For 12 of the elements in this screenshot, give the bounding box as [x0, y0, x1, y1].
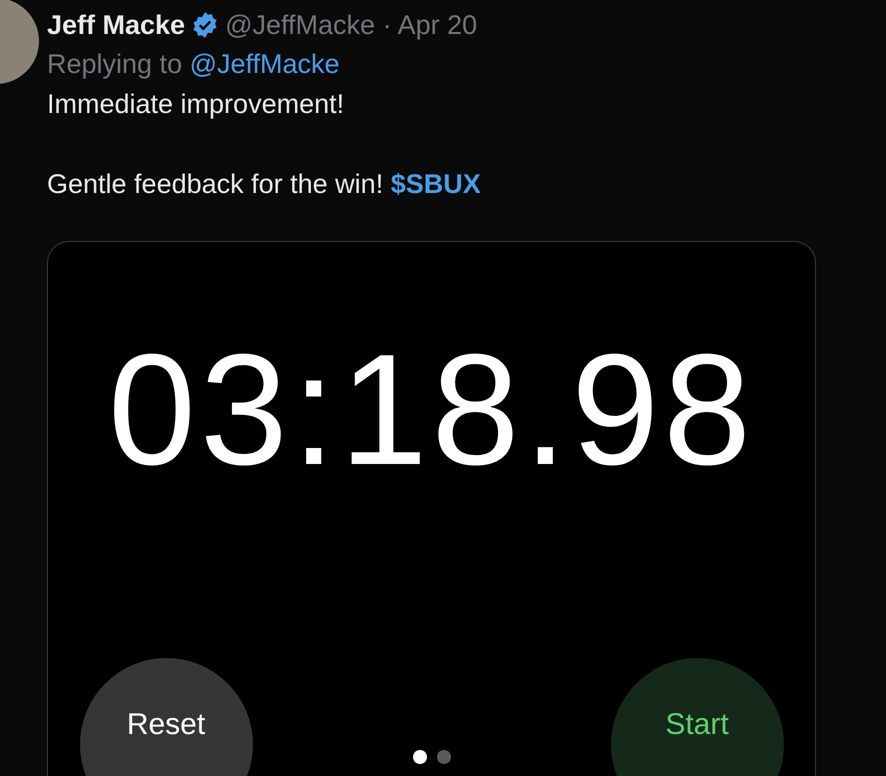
mention-link[interactable]: @JeffMacke	[190, 49, 340, 79]
stopwatch-time: 03:18.98	[108, 321, 756, 500]
author-handle-date: @JeffMacke · Apr 20	[225, 9, 478, 42]
page-dot[interactable]	[436, 750, 450, 764]
page-dot[interactable]	[412, 750, 426, 764]
tweet-text: Gentle feedback for the win! $SBUX	[47, 168, 482, 201]
start-button[interactable]: Start	[610, 658, 784, 776]
cashtag-link[interactable]: $SBUX	[390, 169, 481, 199]
author-name[interactable]: Jeff Macke	[47, 6, 186, 44]
replying-label: Replying to	[47, 49, 184, 79]
reset-button[interactable]: Reset	[80, 658, 252, 776]
tweet-text: Immediate improvement!	[47, 88, 346, 121]
